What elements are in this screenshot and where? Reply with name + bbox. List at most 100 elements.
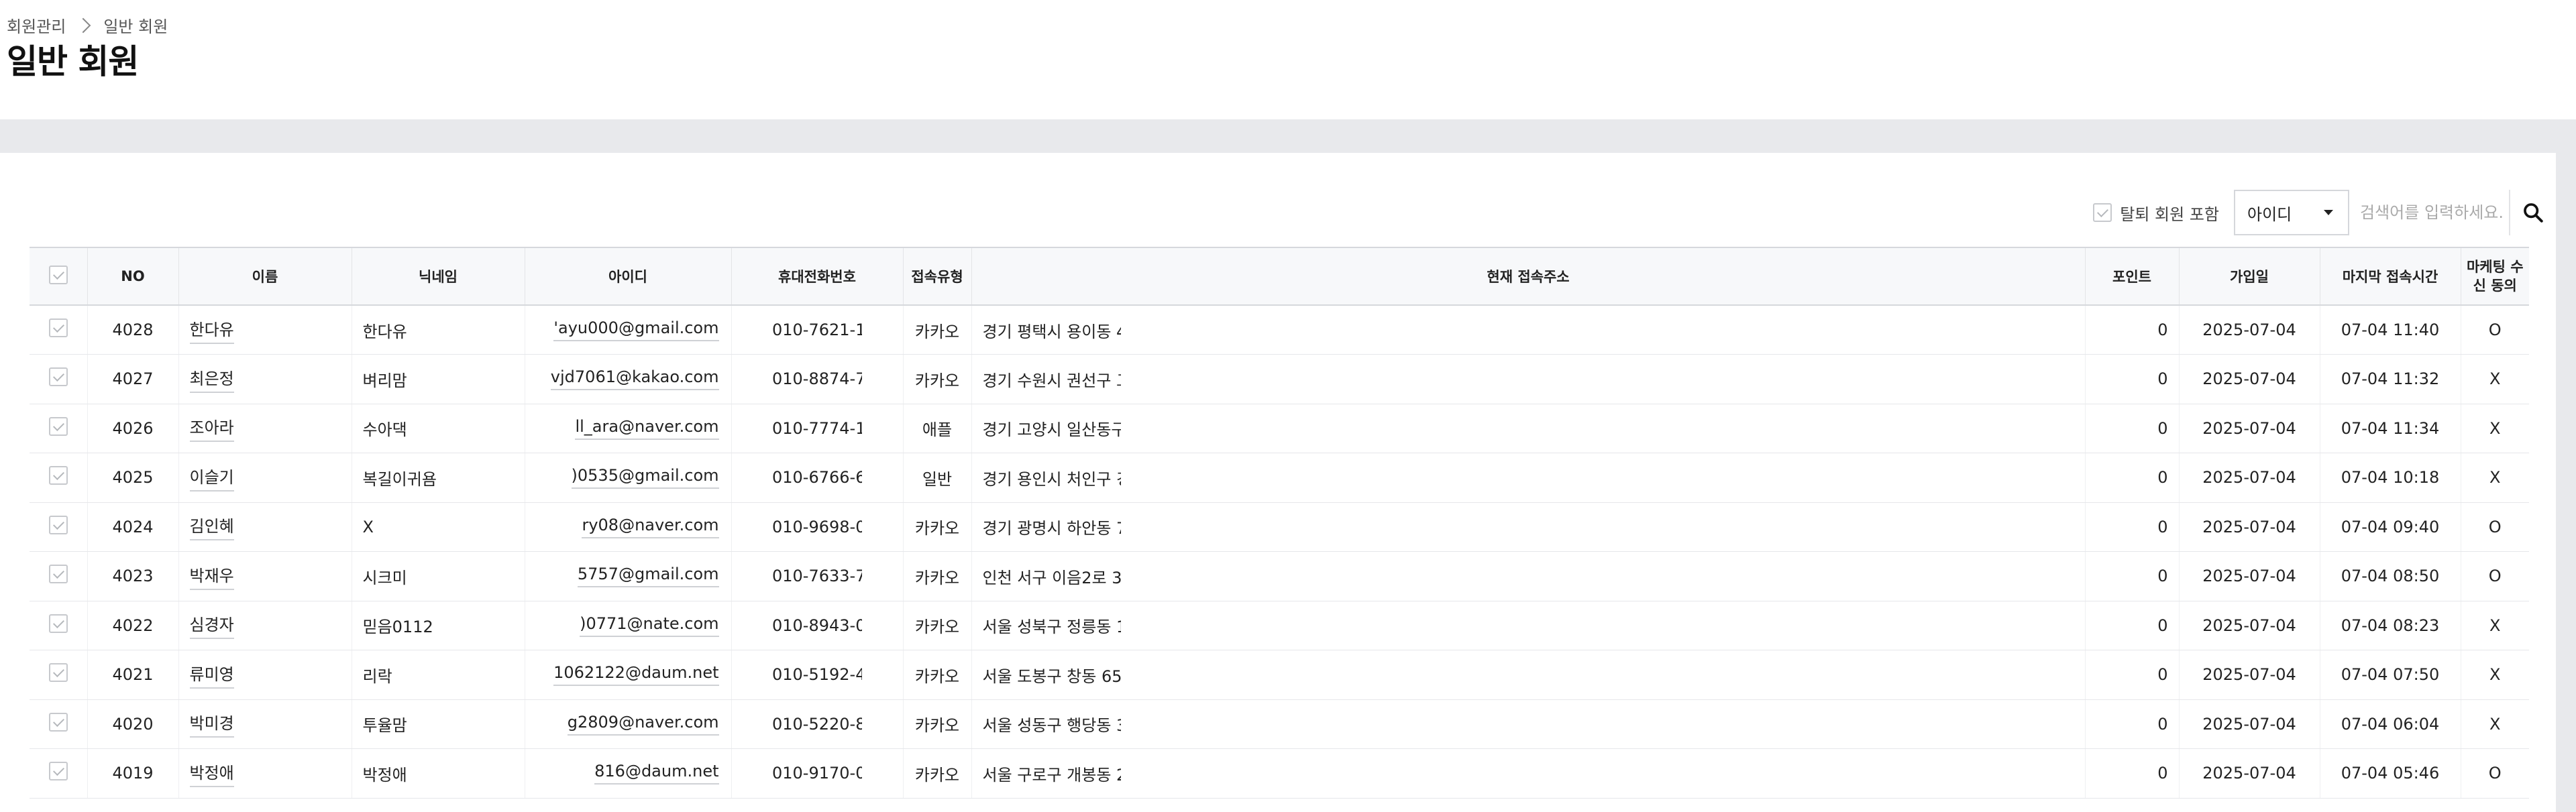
page-header: 회원관리 일반 회원 일반 회원 xyxy=(0,0,2576,119)
row-select-cell[interactable] xyxy=(30,551,88,601)
member-last-login: 07-04 06:04 xyxy=(2320,699,2461,749)
member-joined-date: 2025-07-04 xyxy=(2179,354,2320,404)
member-points: 0 xyxy=(2085,699,2180,749)
row-checkbox[interactable] xyxy=(48,712,68,732)
table-row[interactable]: 4024 김인혜 Xry08@naver.com 010-9698-06 카카오 경기 광… xyxy=(30,502,2529,552)
table-row[interactable]: 4028 한다유 한다유 'ayu000@gmail.com 010-7621-18 카카… xyxy=(30,305,2529,355)
member-login-type: 카카오 xyxy=(903,305,972,355)
column-header-id: 아이디 xyxy=(525,247,732,306)
member-id: ll_ara@naver.com xyxy=(575,417,719,440)
member-phone-cell: 010-7621-18 xyxy=(731,305,904,355)
member-phone-cell: 010-7633-72 xyxy=(731,551,904,601)
search-input[interactable] xyxy=(2356,190,2509,235)
member-id: 1062122@daum.net xyxy=(553,663,719,687)
column-header-points: 포인트 xyxy=(2085,247,2180,306)
member-address: 인천 서구 이음2로 30 xyxy=(982,568,1121,587)
member-phone-cell: 010-5192-44 xyxy=(731,650,904,700)
member-no: 4019 xyxy=(87,748,179,799)
member-phone-cell: 010-6766-68 xyxy=(731,453,904,503)
include-withdrawn-toggle[interactable]: 탈퇴 회원 포함 xyxy=(2093,201,2219,225)
member-name-link[interactable]: 박정애 xyxy=(189,760,234,787)
table-row[interactable]: 4026 조아라 수아댁 ll_ara@naver.com 010-7774-11 애플 경… xyxy=(30,404,2529,453)
member-phone: 010-5220-80 xyxy=(772,714,862,734)
row-checkbox[interactable] xyxy=(48,367,68,387)
row-select-cell[interactable] xyxy=(30,453,88,503)
member-no: 4025 xyxy=(87,453,179,503)
row-select-cell[interactable] xyxy=(30,699,88,749)
table-row[interactable]: 4027 최은정 벼리맘 vjd7061@kakao.com 010-8874-70 카카… xyxy=(30,354,2529,404)
member-nickname: 시크미 xyxy=(352,551,525,601)
caret-down-icon xyxy=(2324,210,2333,215)
column-header-last-login: 마지막 접속시간 xyxy=(2320,247,2461,306)
table-row[interactable]: 4025 이슬기 복길이귀욤)0535@gmail.com 010-6766-68 일반… xyxy=(30,453,2529,503)
search-type-select[interactable]: 아이디 xyxy=(2234,190,2349,235)
member-points: 0 xyxy=(2085,650,2180,700)
row-select-cell[interactable] xyxy=(30,748,88,799)
row-select-cell[interactable] xyxy=(30,404,88,453)
select-all-checkbox[interactable] xyxy=(48,265,68,284)
row-select-cell[interactable] xyxy=(30,650,88,700)
breadcrumb-parent[interactable]: 회원관리 xyxy=(7,13,66,37)
row-checkbox[interactable] xyxy=(48,416,68,436)
table-row[interactable]: 4019 박정애 박정애 816@daum.net 010-9170-0366 카카오 서울… xyxy=(30,748,2529,799)
row-select-cell[interactable] xyxy=(30,502,88,552)
member-address-cell: 서울 도봉구 창동 657 xyxy=(971,650,2086,700)
select-all-header[interactable] xyxy=(30,247,88,306)
member-joined-date: 2025-07-04 xyxy=(2179,404,2320,453)
member-phone: 010-5192-44 xyxy=(772,665,862,685)
member-last-login: 07-04 10:18 xyxy=(2320,453,2461,503)
member-phone-cell: 010-5220-80 xyxy=(731,699,904,749)
member-nickname: 박정애 xyxy=(352,748,525,799)
search-button[interactable] xyxy=(2509,190,2556,235)
member-nickname: 복길이귀욤 xyxy=(352,453,525,503)
row-checkbox[interactable] xyxy=(48,663,68,683)
member-name-link[interactable]: 심경자 xyxy=(189,612,234,640)
row-checkbox[interactable] xyxy=(48,762,68,781)
member-name-link[interactable]: 류미영 xyxy=(189,661,234,689)
member-name-link[interactable]: 김인혜 xyxy=(189,513,234,541)
member-name-link[interactable]: 최은정 xyxy=(189,365,234,393)
row-checkbox[interactable] xyxy=(48,614,68,633)
member-marketing-consent: X xyxy=(2461,404,2529,453)
row-select-cell[interactable] xyxy=(30,354,88,404)
breadcrumb: 회원관리 일반 회원 xyxy=(7,13,168,37)
member-address: 서울 성북구 정릉동 10 xyxy=(982,618,1121,637)
column-header-phone: 휴대전화번호 xyxy=(731,247,904,306)
member-name-link[interactable]: 이슬기 xyxy=(189,464,234,491)
row-checkbox[interactable] xyxy=(48,515,68,534)
member-points: 0 xyxy=(2085,502,2180,552)
member-name-cell: 조아라 xyxy=(178,404,352,453)
member-name-link[interactable]: 조아라 xyxy=(189,414,234,443)
member-id: vjd7061@kakao.com xyxy=(550,367,719,391)
row-select-cell[interactable] xyxy=(30,601,88,650)
member-name-cell: 박정애 xyxy=(178,748,352,799)
member-name-link[interactable]: 박재우 xyxy=(189,563,234,590)
search-icon xyxy=(2524,203,2543,223)
member-table: NO 이름 닉네임 아이디 휴대전화번호 접속유형 현재 접속주소 포인트 가입… xyxy=(30,247,2529,799)
member-id-cell: g2809@naver.com xyxy=(525,699,732,749)
member-name-cell: 한다유 xyxy=(178,305,352,355)
member-name-link[interactable]: 박미경 xyxy=(189,710,234,738)
row-checkbox[interactable] xyxy=(48,466,68,485)
member-marketing-consent: O xyxy=(2461,551,2529,601)
member-id-cell: ry08@naver.com xyxy=(525,502,732,552)
table-row[interactable]: 4023 박재우 시크미 5757@gmail.com 010-7633-72 카카오 인천… xyxy=(30,551,2529,601)
member-address-cell: 서울 성동구 행당동 3 xyxy=(971,699,2086,749)
member-joined-date: 2025-07-04 xyxy=(2179,699,2320,749)
member-name-link[interactable]: 한다유 xyxy=(189,316,234,344)
scroll-gutter xyxy=(2556,153,2576,812)
member-joined-date: 2025-07-04 xyxy=(2179,453,2320,503)
member-id-cell: 816@daum.net xyxy=(525,748,732,799)
row-select-cell[interactable] xyxy=(30,305,88,355)
table-row[interactable]: 4020 박미경 투율맘 g2809@naver.com 010-5220-80 카카오 서… xyxy=(30,699,2529,749)
row-checkbox[interactable] xyxy=(48,318,68,337)
member-address-cell: 인천 서구 이음2로 30 xyxy=(971,551,2086,601)
table-row[interactable]: 4022 심경자 믿음0112)0771@nate.com 010-8943-06 카카… xyxy=(30,601,2529,650)
table-row[interactable]: 4021 류미영 리락 1062122@daum.net 010-5192-44 카카오 서… xyxy=(30,650,2529,700)
chevron-right-icon xyxy=(76,17,91,33)
include-withdrawn-checkbox[interactable] xyxy=(2093,203,2112,222)
row-checkbox[interactable] xyxy=(48,565,68,584)
member-points: 0 xyxy=(2085,305,2180,355)
member-login-type: 카카오 xyxy=(903,551,972,601)
member-joined-date: 2025-07-04 xyxy=(2179,551,2320,601)
